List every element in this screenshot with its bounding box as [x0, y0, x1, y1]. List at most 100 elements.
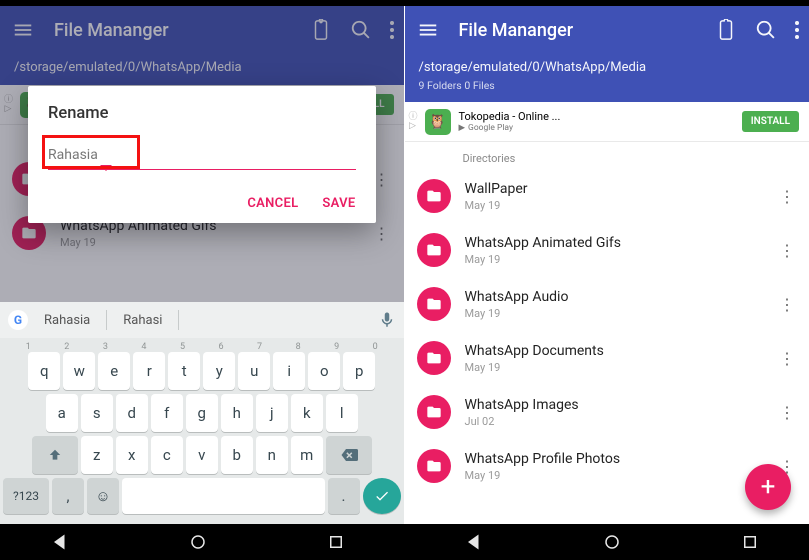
menu-icon[interactable] — [417, 19, 439, 41]
folder-icon — [417, 179, 451, 213]
item-more-icon[interactable]: ⋮ — [777, 349, 797, 368]
suggestion[interactable]: Rahasia — [34, 313, 100, 328]
emoji-key[interactable]: ☺ — [87, 478, 119, 514]
item-date: May 19 — [465, 361, 778, 374]
item-name: WhatsApp Images — [465, 397, 778, 413]
dialog-title: Rename — [48, 104, 356, 123]
period-key[interactable]: . — [328, 478, 360, 514]
ad-store: ▶ Google Play — [459, 123, 734, 133]
item-name: WhatsApp Profile Photos — [465, 451, 778, 467]
list-item[interactable]: WhatsApp Animated Gifs May 19⋮ — [405, 223, 809, 277]
phone-left: File Mananger /storage/emulated/0/WhatsA… — [0, 6, 405, 524]
rename-input[interactable] — [48, 143, 356, 170]
install-button[interactable]: INSTALL — [742, 111, 799, 132]
rename-dialog: Rename CANCEL SAVE — [28, 86, 376, 223]
key[interactable]: v — [186, 436, 218, 474]
phone-right: File Mananger /storage/emulated/0/WhatsA… — [405, 6, 809, 524]
key[interactable]: d — [116, 394, 148, 432]
key[interactable]: a — [46, 394, 78, 432]
key[interactable]: j — [256, 394, 288, 432]
key[interactable]: m — [291, 436, 323, 474]
folder-icon — [417, 449, 451, 483]
item-more-icon[interactable]: ⋮ — [777, 187, 797, 206]
fab-add[interactable]: + — [745, 464, 791, 510]
item-date: May 19 — [465, 307, 778, 320]
suggestion-bar: G Rahasia Rahasi — [0, 302, 404, 338]
item-more-icon[interactable]: ⋮ — [777, 295, 797, 314]
folder-icon — [417, 287, 451, 321]
key[interactable]: f — [151, 394, 183, 432]
path-bar: /storage/emulated/0/WhatsApp/Media 9 Fol… — [405, 54, 809, 102]
key[interactable]: i — [273, 352, 305, 390]
list-item[interactable]: WhatsApp Documents May 19⋮ — [405, 331, 809, 385]
back-button[interactable] — [51, 533, 69, 551]
item-name: WhatsApp Documents — [465, 343, 778, 359]
path-text: /storage/emulated/0/WhatsApp/Media — [419, 60, 796, 75]
keyboard: G Rahasia Rahasi 1234567890 qwertyuiop — [0, 302, 404, 524]
item-name: WhatsApp Audio — [465, 289, 778, 305]
comma-key[interactable]: , — [52, 478, 84, 514]
key[interactable]: u — [238, 352, 270, 390]
key[interactable]: n — [256, 436, 288, 474]
recents-button[interactable] — [741, 533, 759, 551]
cancel-button[interactable]: CANCEL — [247, 196, 298, 211]
key[interactable]: r — [133, 352, 165, 390]
key[interactable]: k — [291, 394, 323, 432]
folder-counts: 9 Folders 0 Files — [419, 79, 796, 92]
space-key[interactable] — [122, 478, 325, 514]
key[interactable]: t — [168, 352, 200, 390]
text-cursor-handle[interactable] — [100, 165, 112, 177]
key[interactable]: g — [186, 394, 218, 432]
symbols-key[interactable]: ?123 — [3, 478, 49, 514]
android-nav-bar — [0, 524, 809, 560]
list-item[interactable]: WhatsApp Images Jul 02⋮ — [405, 385, 809, 439]
suggestion[interactable]: Rahasi — [113, 313, 172, 328]
google-icon[interactable]: G — [8, 310, 28, 330]
folder-icon — [417, 233, 451, 267]
app-title: File Mananger — [459, 20, 716, 41]
kb-number-hints: 1234567890 — [3, 342, 401, 352]
key[interactable]: b — [221, 436, 253, 474]
home-button[interactable] — [603, 533, 621, 551]
overflow-icon[interactable] — [795, 19, 799, 41]
section-header: Directories — [405, 142, 809, 169]
key[interactable]: l — [326, 394, 358, 432]
item-date: May 19 — [465, 253, 778, 266]
ad-marker: ⓘ▷ — [409, 113, 417, 131]
clipboard-icon[interactable] — [715, 19, 737, 41]
key[interactable]: z — [81, 436, 113, 474]
item-name: WallPaper — [465, 181, 778, 197]
key[interactable]: h — [221, 394, 253, 432]
list-item[interactable]: WallPaper May 19⋮ — [405, 169, 809, 223]
key[interactable]: e — [98, 352, 130, 390]
key[interactable]: c — [151, 436, 183, 474]
ad-app-icon: 🦉 — [425, 109, 451, 135]
key[interactable]: p — [343, 352, 375, 390]
mic-icon[interactable] — [378, 311, 396, 329]
list-item[interactable]: WhatsApp Audio May 19⋮ — [405, 277, 809, 331]
shift-key[interactable] — [32, 436, 78, 474]
item-date: May 19 — [465, 199, 778, 212]
item-date: May 19 — [465, 469, 778, 482]
key[interactable]: w — [63, 352, 95, 390]
key[interactable]: q — [28, 352, 60, 390]
home-button[interactable] — [189, 533, 207, 551]
back-button[interactable] — [465, 533, 483, 551]
save-button[interactable]: SAVE — [322, 196, 355, 211]
recents-button[interactable] — [327, 533, 345, 551]
key[interactable]: y — [203, 352, 235, 390]
folder-icon — [417, 395, 451, 429]
enter-key[interactable] — [363, 478, 401, 514]
folder-icon — [417, 341, 451, 375]
item-name: WhatsApp Animated Gifs — [465, 235, 778, 251]
item-more-icon[interactable]: ⋮ — [777, 241, 797, 260]
key[interactable]: o — [308, 352, 340, 390]
key[interactable]: s — [81, 394, 113, 432]
ad-banner[interactable]: ⓘ▷ 🦉 Tokopedia - Online ... ▶ Google Pla… — [405, 102, 809, 142]
item-more-icon[interactable]: ⋮ — [777, 403, 797, 422]
search-icon[interactable] — [755, 19, 777, 41]
key[interactable]: x — [116, 436, 148, 474]
app-bar: File Mananger — [405, 6, 809, 54]
item-date: Jul 02 — [465, 415, 778, 428]
backspace-key[interactable] — [326, 436, 372, 474]
